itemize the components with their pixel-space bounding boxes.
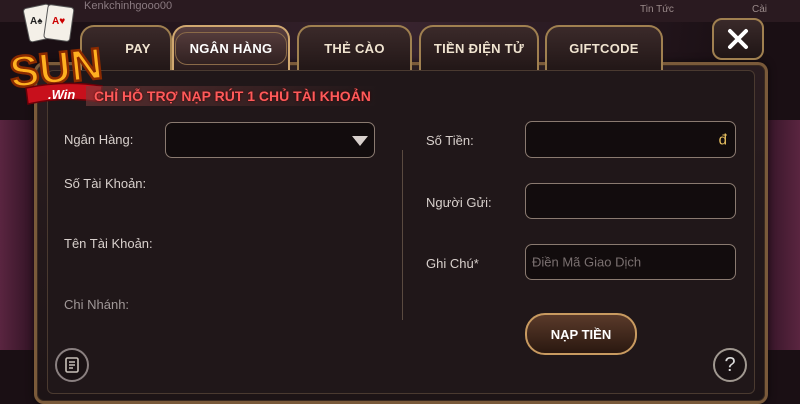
history-icon [65,357,79,373]
close-icon [728,29,748,49]
svg-text:A♥: A♥ [52,16,65,27]
deposit-submit-button[interactable]: NẠP TIỀN [525,313,637,355]
bank-label: Ngân Hàng: [64,132,134,147]
note-label: Ghi Chú* [426,256,479,271]
tab-ngan-hang[interactable]: NGÂN HÀNG [172,25,290,70]
branch-label: Chi Nhánh: [64,297,130,312]
deposit-submit-label: NẠP TIỀN [550,326,612,342]
tab-tien-dien-tu[interactable]: TIỀN ĐIỆN TỬ [419,25,539,70]
tab-giftcode-label: GIFTCODE [569,41,639,56]
amount-input[interactable]: đ [525,121,736,158]
svg-text:.Win: .Win [48,87,75,102]
tab-tien-dien-tu-label: TIỀN ĐIỆN TỬ [433,41,525,56]
account-number-label: Số Tài Khoản: [64,176,147,191]
tab-giftcode[interactable]: GIFTCODE [545,25,663,70]
amount-label: Số Tiền: [426,133,474,148]
background-settings-label: Cài [752,4,768,15]
sender-input[interactable] [525,183,736,219]
sender-label: Người Gửi: [426,195,492,210]
tab-ngan-hang-label: NGÂN HÀNG [174,32,288,65]
note-input[interactable]: Điền Mã Giao Dịch [525,244,736,280]
close-button[interactable] [712,18,764,60]
tab-the-cao[interactable]: THẺ CÀO [297,25,412,70]
column-divider [402,150,403,320]
deposit-form-area [47,70,755,394]
notice-banner: CHỈ HỖ TRỢ NẠP RÚT 1 CHỦ TÀI KHOẢN [86,86,379,106]
bank-select[interactable] [165,122,375,158]
tab-the-cao-label: THẺ CÀO [324,41,385,56]
note-placeholder: Điền Mã Giao Dịch [532,254,642,270]
help-button[interactable]: ? [713,348,747,382]
chevron-down-icon [352,136,368,146]
background-news-label: Tin Tức [640,4,674,15]
currency-symbol: đ [718,131,727,148]
svg-text:A♠: A♠ [30,16,43,27]
help-icon: ? [724,353,736,376]
history-button[interactable] [55,348,89,382]
account-name-label: Tên Tài Khoản: [64,236,153,251]
